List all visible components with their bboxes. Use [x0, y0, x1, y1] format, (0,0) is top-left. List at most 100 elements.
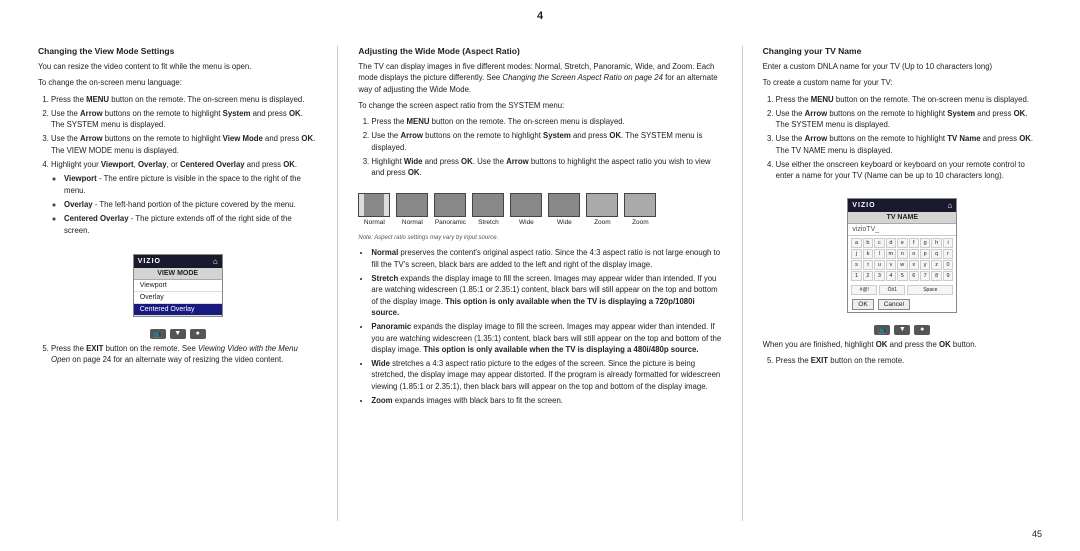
col3-step-3: Use the Arrow buttons on the remote to h…: [776, 133, 1042, 156]
remote-ok-icon-col3: ●: [920, 326, 924, 333]
key-0[interactable]: 0: [943, 260, 953, 270]
key-g[interactable]: g: [920, 238, 930, 248]
key-2[interactable]: 2: [863, 271, 873, 281]
key-i[interactable]: i: [943, 238, 953, 248]
key-h[interactable]: h: [931, 238, 941, 248]
col2-step-2: Use the Arrow buttons on the remote to h…: [371, 130, 721, 153]
col2-bullets: Normal preserves the content's original …: [358, 247, 721, 409]
aspect-normal-1: Normal: [358, 193, 390, 226]
key-b[interactable]: b: [863, 238, 873, 248]
key-j[interactable]: j: [851, 249, 861, 259]
col-view-mode: Changing the View Mode Settings You can …: [38, 46, 317, 521]
vizio-menu-title: VIEW MODE: [134, 268, 222, 280]
key-u[interactable]: u: [874, 260, 884, 270]
key-a[interactable]: a: [851, 238, 861, 248]
page-number: 4: [0, 10, 1080, 22]
aspect-wide-2: Wide: [548, 193, 580, 226]
aspect-zoom-2-label: Zoom: [632, 219, 649, 226]
col1-sub-intro: To change the on-screen menu language:: [38, 77, 317, 88]
keyboard-grid: a b c d e f g h i j k l m n o p q: [848, 236, 956, 283]
tv-ok-button[interactable]: OK: [852, 299, 873, 310]
col1-step-1: Press the MENU button on the remote. The…: [51, 94, 317, 105]
remote-tv-icon: 📺: [153, 330, 162, 338]
key-x[interactable]: x: [909, 260, 919, 270]
vizio-menu-header: VIZIO ⌂: [134, 255, 222, 268]
remote-btn-tv-col3[interactable]: 📺: [874, 325, 890, 335]
key-space[interactable]: Space: [907, 285, 953, 295]
col3-step-4: Use either the onscreen keyboard or keyb…: [776, 159, 1042, 182]
vizio-menu-item-centered-overlay[interactable]: Centered Overlay: [134, 304, 222, 316]
col1-bullets: Viewport - The entire picture is visible…: [51, 173, 317, 235]
tv-cancel-button[interactable]: Cancel: [878, 299, 910, 310]
tv-name-menu: VIZIO ⌂ TV NAME vizioTV_ a b c d e f g h…: [847, 198, 957, 313]
key-6[interactable]: 6: [909, 271, 919, 281]
key-3[interactable]: 3: [874, 271, 884, 281]
key-k[interactable]: k: [863, 249, 873, 259]
vizio-menu-item-overlay[interactable]: Overlay: [134, 292, 222, 304]
aspect-zoom-1-label: Zoom: [594, 219, 611, 226]
key-s[interactable]: s: [851, 260, 861, 270]
col2-step-1: Press the MENU button on the remote. The…: [371, 116, 721, 127]
col2-sub-intro: To change the screen aspect ratio from t…: [358, 100, 721, 111]
aspect-grid: Normal Normal Panoramic Stretch: [358, 193, 721, 226]
col2-steps: Press the MENU button on the remote. The…: [358, 116, 721, 181]
key-w[interactable]: w: [897, 260, 907, 270]
key-r[interactable]: r: [943, 249, 953, 259]
key-n[interactable]: n: [897, 249, 907, 259]
key-m[interactable]: m: [886, 249, 896, 259]
col3-steps: Press the MENU button on the remote. The…: [763, 94, 1042, 185]
key-p[interactable]: p: [920, 249, 930, 259]
tv-name-vizio-header: VIZIO ⌂: [848, 199, 956, 212]
remote-btn-down[interactable]: ▼: [170, 329, 186, 339]
col2-bullet-stretch: Stretch expands the display image to fil…: [371, 273, 721, 318]
key-l[interactable]: l: [874, 249, 884, 259]
col1-title: Changing the View Mode Settings: [38, 46, 317, 56]
col1-bullet-viewport: Viewport - The entire picture is visible…: [64, 173, 317, 196]
key-f[interactable]: f: [909, 238, 919, 248]
vizio-view-mode-menu: VIZIO ⌂ VIEW MODE Viewport Overlay Cente…: [133, 254, 223, 317]
aspect-wide-2-label: Wide: [557, 219, 572, 226]
remote-buttons-col3: 📺 ▼ ●: [763, 325, 1042, 335]
vizio-menu-item-viewport[interactable]: Viewport: [134, 280, 222, 292]
remote-btn-down-col3[interactable]: ▼: [894, 325, 910, 335]
key-o[interactable]: o: [909, 249, 919, 259]
key-9[interactable]: 9: [943, 271, 953, 281]
key-8[interactable]: 8: [931, 271, 941, 281]
aspect-panoramic: Panoramic: [434, 193, 466, 226]
col3-sub-intro: To create a custom name for your TV:: [763, 77, 1042, 88]
key-special[interactable]: #@!: [851, 285, 877, 295]
remote-btn-tv[interactable]: 📺: [150, 329, 166, 339]
col3-title: Changing your TV Name: [763, 46, 1042, 56]
aspect-stretch-label: Stretch: [478, 219, 499, 226]
col3-step-2: Use the Arrow buttons on the remote to h…: [776, 108, 1042, 131]
key-1[interactable]: 1: [851, 271, 861, 281]
key-q[interactable]: q: [931, 249, 941, 259]
key-z[interactable]: z: [931, 260, 941, 270]
key-7[interactable]: 7: [920, 271, 930, 281]
tv-btn-row: OK Cancel: [848, 297, 956, 312]
aspect-wide-1: Wide: [510, 193, 542, 226]
aspect-zoom-1: Zoom: [586, 193, 618, 226]
key-5[interactable]: 5: [897, 271, 907, 281]
key-v[interactable]: v: [886, 260, 896, 270]
aspect-stretch: Stretch: [472, 193, 504, 226]
col2-bullet-zoom: Zoom expands images with black bars to f…: [371, 395, 721, 406]
key-d[interactable]: d: [886, 238, 896, 248]
key-4[interactable]: 4: [886, 271, 896, 281]
remote-buttons-col1: 📺 ▼ ●: [38, 329, 317, 339]
col1-intro: You can resize the video content to fit …: [38, 61, 317, 72]
key-e[interactable]: e: [897, 238, 907, 248]
key-c[interactable]: c: [874, 238, 884, 248]
divider-2: [742, 46, 743, 521]
tv-name-input[interactable]: vizioTV_: [848, 224, 956, 236]
key-t[interactable]: t: [863, 260, 873, 270]
key-y[interactable]: y: [920, 260, 930, 270]
col1-step-5: Press the EXIT button on the remote. See…: [51, 343, 317, 366]
col3-last-step-list: Press the EXIT button on the remote.: [763, 355, 1042, 369]
remote-down-icon: ▼: [174, 330, 181, 337]
remote-btn-ok-col3[interactable]: ●: [914, 325, 930, 335]
key-accented[interactable]: Öö1: [879, 285, 905, 295]
col3-last-step: Press the EXIT button on the remote.: [776, 355, 1042, 366]
aspect-panoramic-label: Panoramic: [435, 219, 466, 226]
remote-btn-ok[interactable]: ●: [190, 329, 206, 339]
